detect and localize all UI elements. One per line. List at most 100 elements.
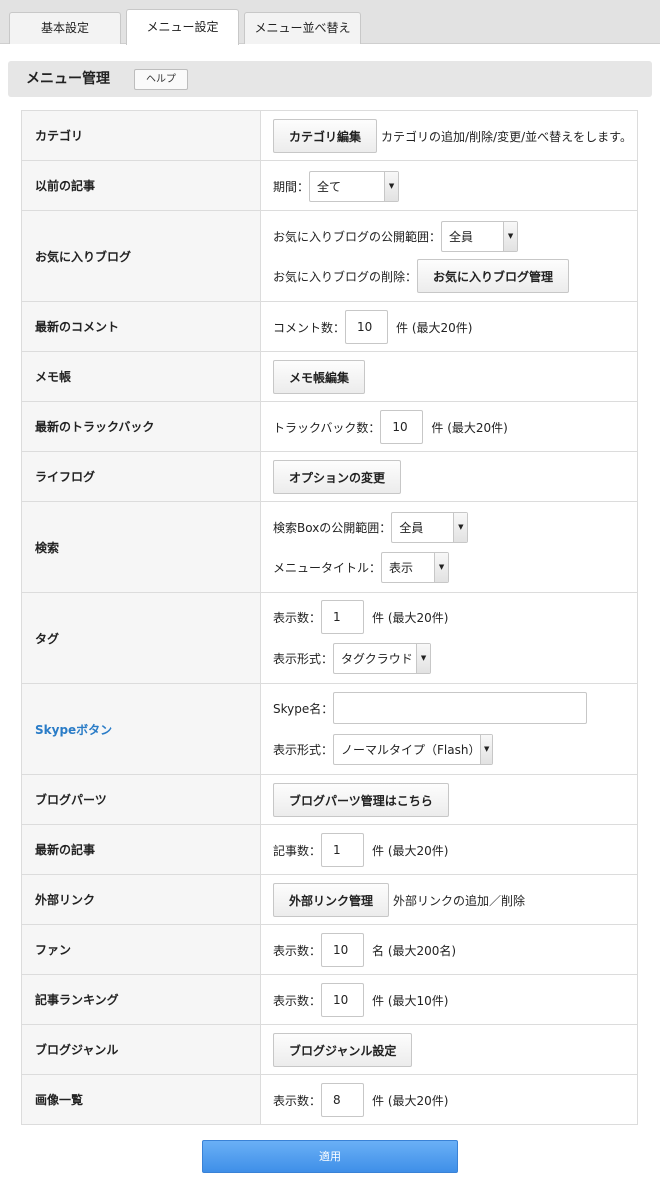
row-value: 表示数： 1 件 (最大20件) 表示形式： タグクラウド ▼ <box>261 593 638 683</box>
row-category: カテゴリ カテゴリ編集 カテゴリの追加/削除/変更/並べ替えをします。 <box>21 111 638 161</box>
skype-name-input[interactable] <box>333 692 588 724</box>
favorite-scope-value: 全員 <box>449 229 474 244</box>
apply-button[interactable]: 適用 <box>202 1140 458 1173</box>
row-article-ranking: 記事ランキング 表示数： 10 件 (最大10件) <box>21 975 638 1025</box>
image-count-label: 表示数： <box>273 1093 322 1108</box>
search-scope-label: 検索Boxの公開範囲： <box>273 520 392 535</box>
row-label: ブログパーツ <box>21 775 261 824</box>
chevron-down-icon: ▼ <box>480 734 493 764</box>
row-label: ブログジャンル <box>21 1025 261 1074</box>
row-lifelog: ライフログ オプションの変更 <box>21 452 638 502</box>
row-label: メモ帳 <box>21 352 261 401</box>
row-value: 表示数： 10 件 (最大10件) <box>261 975 638 1024</box>
row-value: 記事数： 1 件 (最大20件) <box>261 825 638 874</box>
tab-bar: 基本設定 メニュー設定 メニュー並べ替え <box>0 0 660 45</box>
comment-count-unit: 件 (最大20件) <box>396 320 473 335</box>
category-edit-button[interactable]: カテゴリ編集 <box>273 119 378 153</box>
skype-format-label: 表示形式： <box>273 742 334 757</box>
fan-count-unit: 名 (最大200名) <box>372 943 457 958</box>
chevron-down-icon: ▼ <box>503 221 518 251</box>
comment-count-label: コメント数： <box>273 320 346 335</box>
tag-format-select[interactable]: タグクラウド ▼ <box>333 642 432 674</box>
search-scope-select[interactable]: 全員 ▼ <box>391 511 469 543</box>
tab-menu-reorder[interactable]: メニュー並べ替え <box>244 12 361 44</box>
tag-count-label: 表示数： <box>273 610 322 625</box>
row-label: 以前の記事 <box>21 161 261 210</box>
tag-format-value: タグクラウド <box>341 651 413 666</box>
blog-genre-settings-button[interactable]: ブログジャンル設定 <box>273 1033 413 1067</box>
row-label: タグ <box>21 593 261 683</box>
row-fans: ファン 表示数： 10 名 (最大200名) <box>21 925 638 975</box>
row-past-articles: 以前の記事 期間： 全て ▼ <box>21 161 638 211</box>
row-value: Skype名： 表示形式： ノーマルタイプ（Flash） ▼ <box>261 684 638 774</box>
row-value: メモ帳編集 <box>261 352 638 401</box>
chevron-down-icon: ▼ <box>416 643 431 673</box>
row-label: 検索 <box>21 502 261 592</box>
image-count-input[interactable]: 8 <box>321 1083 365 1117</box>
row-tags: タグ 表示数： 1 件 (最大20件) 表示形式： タグクラウド ▼ <box>21 593 638 684</box>
comment-count-input[interactable]: 10 <box>345 310 389 344</box>
row-label: 最新のコメント <box>21 302 261 351</box>
category-note: カテゴリの追加/削除/変更/並べ替えをします。 <box>381 129 632 144</box>
image-count-unit: 件 (最大20件) <box>372 1093 449 1108</box>
menu-title-label: メニュータイトル： <box>273 560 382 575</box>
ranking-count-unit: 件 (最大10件) <box>372 993 449 1008</box>
row-blog-genre: ブログジャンル ブログジャンル設定 <box>21 1025 638 1075</box>
memo-edit-button[interactable]: メモ帳編集 <box>273 360 366 394</box>
period-select[interactable]: 全て ▼ <box>309 170 400 202</box>
row-memo: メモ帳 メモ帳編集 <box>21 352 638 402</box>
tab-basic-settings[interactable]: 基本設定 <box>9 12 121 44</box>
row-image-list: 画像一覧 表示数： 8 件 (最大20件) <box>21 1075 638 1125</box>
row-value: お気に入りブログの公開範囲： 全員 ▼ お気に入りブログの削除： お気に入りブロ… <box>261 211 638 301</box>
blog-parts-manage-button[interactable]: ブログパーツ管理はこちら <box>273 783 449 817</box>
article-count-input[interactable]: 1 <box>321 833 365 867</box>
search-scope-value: 全員 <box>399 520 424 535</box>
row-label: 記事ランキング <box>21 975 261 1024</box>
fan-count-label: 表示数： <box>273 943 322 958</box>
skype-help-link[interactable]: Skypeボタン <box>21 684 261 774</box>
tag-format-label: 表示形式： <box>273 651 334 666</box>
row-value: 表示数： 8 件 (最大20件) <box>261 1075 638 1124</box>
row-value: 表示数： 10 名 (最大200名) <box>261 925 638 974</box>
external-link-note: 外部リンクの追加／削除 <box>393 893 526 908</box>
external-link-manage-button[interactable]: 外部リンク管理 <box>273 883 390 917</box>
lifelog-options-button[interactable]: オプションの変更 <box>273 460 402 494</box>
row-latest-comments: 最新のコメント コメント数： 10 件 (最大20件) <box>21 302 638 352</box>
row-value: カテゴリ編集 カテゴリの追加/削除/変更/並べ替えをします。 <box>261 111 638 160</box>
row-label: ライフログ <box>21 452 261 501</box>
menu-title-select[interactable]: 表示 ▼ <box>381 551 450 583</box>
skype-name-label: Skype名： <box>273 701 334 716</box>
trackback-count-input[interactable]: 10 <box>380 410 424 444</box>
row-label: カテゴリ <box>21 111 261 160</box>
row-value: 期間： 全て ▼ <box>261 161 638 210</box>
tag-count-unit: 件 (最大20件) <box>372 610 449 625</box>
tab-menu-settings[interactable]: メニュー設定 <box>126 9 239 45</box>
skype-format-select[interactable]: ノーマルタイプ（Flash） ▼ <box>333 733 494 765</box>
row-value: トラックバック数： 10 件 (最大20件) <box>261 402 638 451</box>
row-value: オプションの変更 <box>261 452 638 501</box>
trackback-count-unit: 件 (最大20件) <box>431 420 508 435</box>
tag-count-input[interactable]: 1 <box>321 600 365 634</box>
row-value: ブログパーツ管理はこちら <box>261 775 638 824</box>
row-label: 画像一覧 <box>21 1075 261 1124</box>
row-skype-button: Skypeボタン Skype名： 表示形式： ノーマルタイプ（Flash） ▼ <box>21 684 638 775</box>
row-label: 外部リンク <box>21 875 261 924</box>
row-label: ファン <box>21 925 261 974</box>
row-value: 検索Boxの公開範囲： 全員 ▼ メニュータイトル： 表示 ▼ <box>261 502 638 592</box>
article-count-label: 記事数： <box>273 843 322 858</box>
help-button[interactable]: ヘルプ <box>134 69 188 90</box>
row-value: 外部リンク管理 外部リンクの追加／削除 <box>261 875 638 924</box>
row-latest-trackbacks: 最新のトラックバック トラックバック数： 10 件 (最大20件) <box>21 402 638 452</box>
section-header: メニュー管理 ヘルプ <box>8 61 652 97</box>
favorite-manage-button[interactable]: お気に入りブログ管理 <box>417 259 570 293</box>
ranking-count-label: 表示数： <box>273 993 322 1008</box>
favorite-scope-select[interactable]: 全員 ▼ <box>441 220 519 252</box>
ranking-count-input[interactable]: 10 <box>321 983 365 1017</box>
row-external-links: 外部リンク 外部リンク管理 外部リンクの追加／削除 <box>21 875 638 925</box>
chevron-down-icon: ▼ <box>453 512 468 542</box>
chevron-down-icon: ▼ <box>434 552 449 582</box>
menu-title-value: 表示 <box>389 560 414 575</box>
row-value: ブログジャンル設定 <box>261 1025 638 1074</box>
fan-count-input[interactable]: 10 <box>321 933 365 967</box>
period-label: 期間： <box>273 179 310 194</box>
